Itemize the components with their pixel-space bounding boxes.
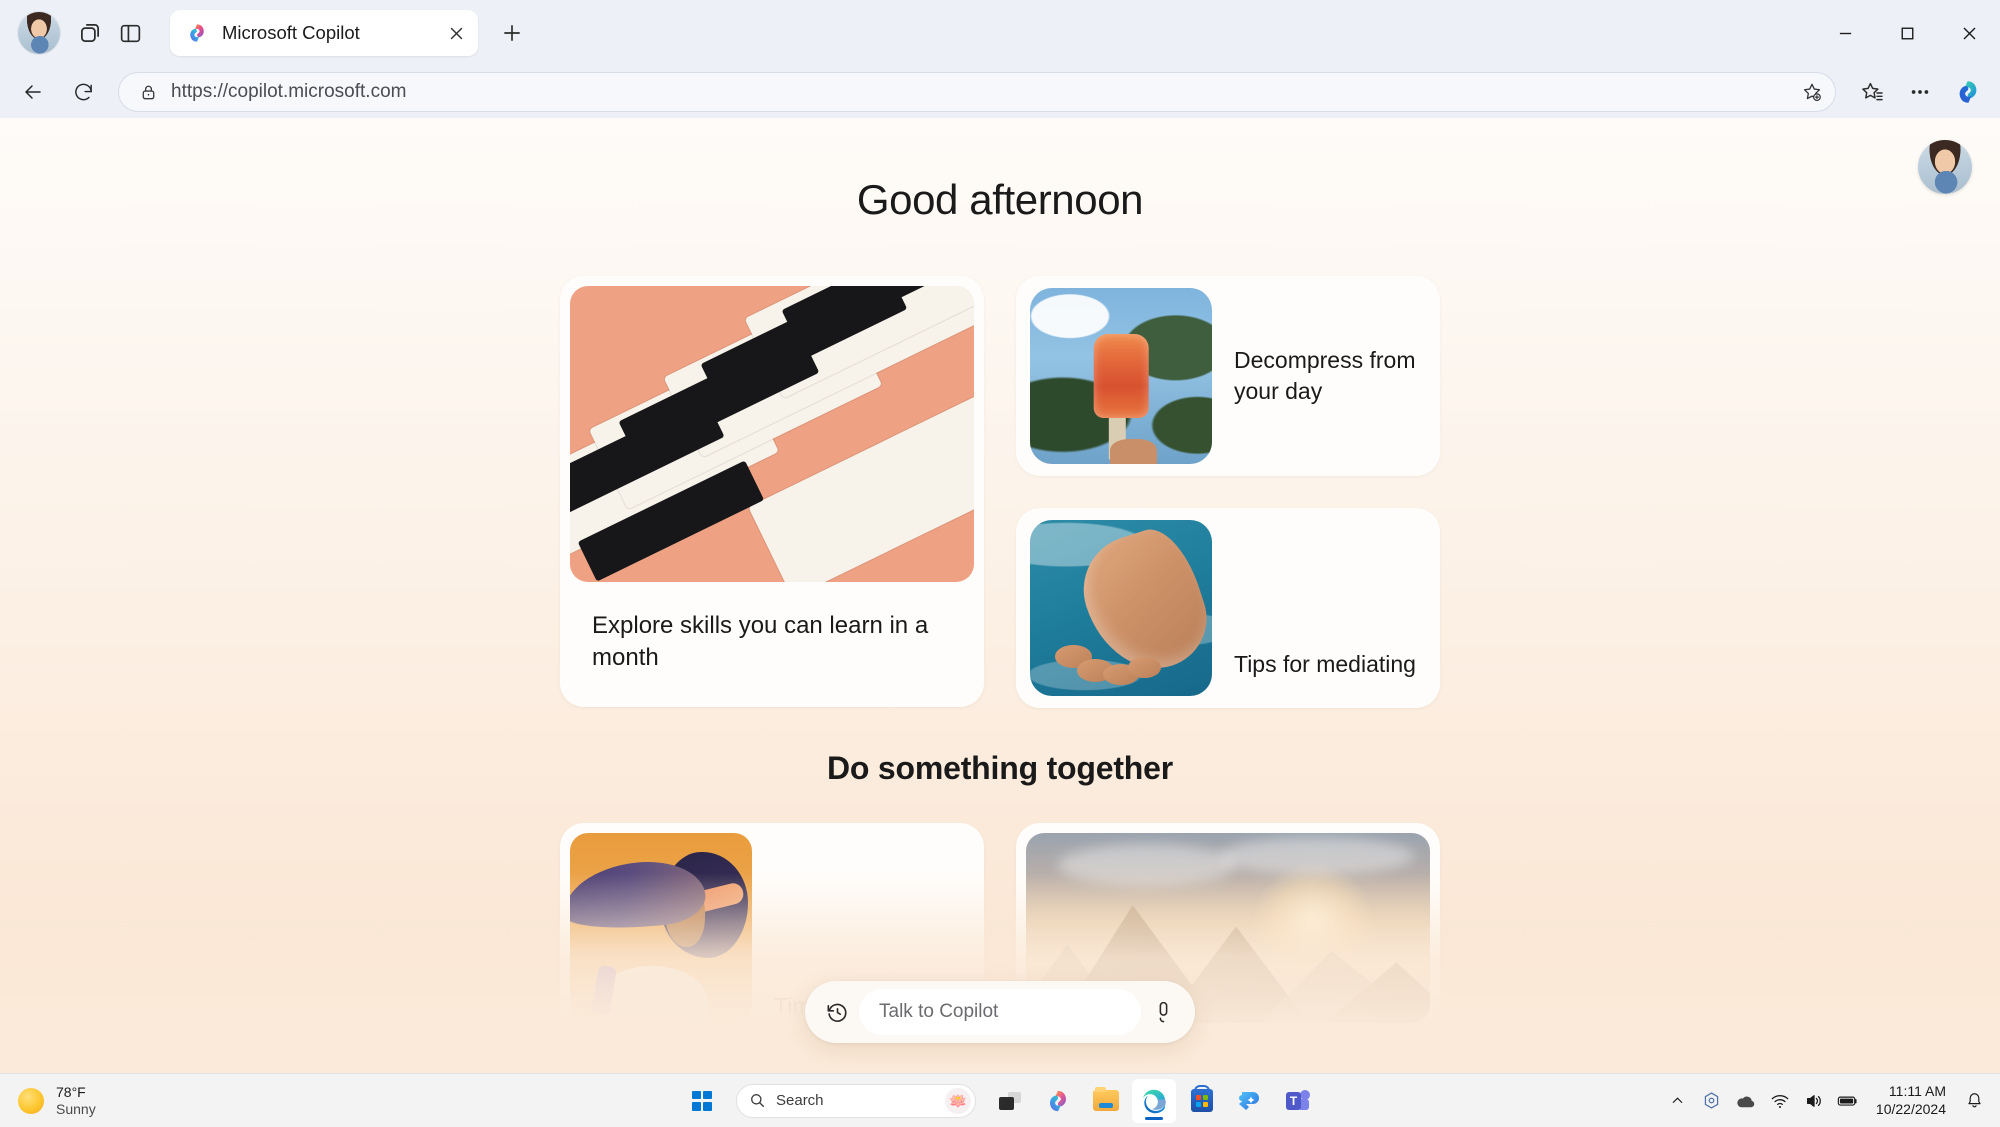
onedrive-cloud-icon[interactable] <box>1730 1081 1762 1121</box>
page-viewport: Good afternoon Explore skills you can le… <box>0 118 2000 1073</box>
person-stretching-illustration <box>570 833 752 1023</box>
browser-tab[interactable]: Microsoft Copilot <box>170 10 478 56</box>
minimize-button[interactable] <box>1814 0 1876 66</box>
user-avatar[interactable] <box>1918 140 1972 194</box>
suggestion-card-decompress[interactable]: Decompress from your day <box>1016 276 1440 476</box>
browser-profile-button[interactable] <box>18 12 60 54</box>
start-icon[interactable] <box>680 1079 724 1123</box>
tab-strip: Microsoft Copilot <box>0 0 2000 66</box>
system-tray: 11:11 AM 10/22/2024 <box>1662 1081 1990 1121</box>
taskbar-weather-widget[interactable]: 78°F Sunny <box>0 1084 300 1118</box>
taskbar-app-microsoft-edge[interactable] <box>1132 1078 1176 1123</box>
piano-keys-illustration <box>570 286 974 582</box>
taskbar-clock[interactable]: 11:11 AM 10/22/2024 <box>1866 1083 1956 1118</box>
taskbar-app-microsoft-designer[interactable] <box>1228 1079 1272 1123</box>
suggestion-card-caption: Tips for mediating <box>1234 651 1416 678</box>
taskbar-app-copilot[interactable] <box>1036 1079 1080 1123</box>
close-tab-icon[interactable] <box>442 19 470 47</box>
refresh-icon[interactable] <box>60 72 106 112</box>
lock-icon <box>133 83 163 102</box>
windows-taskbar: 78°F Sunny Search 🪷 T 11:11 AM 10/22/202… <box>0 1073 2000 1127</box>
clock-date: 10/22/2024 <box>1875 1100 1946 1117</box>
teams-glyph: T <box>1286 1091 1301 1110</box>
lotus-icon[interactable]: 🪷 <box>945 1087 971 1114</box>
side-card-column: Decompress from your day Tips for mediat… <box>1016 276 1440 708</box>
split-screen-icon[interactable] <box>110 13 150 53</box>
taskbar-app-task-view[interactable] <box>988 1079 1032 1123</box>
close-window-button[interactable] <box>1938 0 2000 66</box>
history-icon[interactable] <box>815 990 859 1034</box>
wifi-icon[interactable] <box>1764 1081 1796 1121</box>
sun-icon <box>18 1087 44 1114</box>
tab-title: Microsoft Copilot <box>222 22 360 43</box>
browser-window: Microsoft Copilot https://copilot.micros… <box>0 0 2000 1073</box>
featured-card-caption: Explore skills you can learn in a month <box>592 612 929 671</box>
taskbar-search-box[interactable]: Search 🪷 <box>736 1083 976 1118</box>
add-favorite-icon[interactable] <box>1795 75 1829 109</box>
talk-to-copilot-input[interactable]: Talk to Copilot <box>859 989 1141 1035</box>
url-text[interactable]: https://copilot.microsoft.com <box>171 81 1795 103</box>
hand-in-water-photo <box>1030 520 1212 696</box>
popsicle-against-sky-photo <box>1030 288 1212 464</box>
navigation-bar: https://copilot.microsoft.com <box>0 66 2000 118</box>
copilot-mode-icon[interactable] <box>70 13 110 53</box>
battery-icon[interactable] <box>1832 1081 1864 1121</box>
taskbar-app-microsoft-store[interactable] <box>1180 1079 1224 1123</box>
suggestion-card-grid: Explore skills you can learn in a month <box>560 276 1440 708</box>
taskbar-app-file-explorer[interactable] <box>1084 1079 1128 1123</box>
microphone-icon[interactable] <box>1141 990 1185 1034</box>
section-title: Do something together <box>826 750 1174 786</box>
page-title: Good afternoon <box>856 176 1144 223</box>
avatar-photo <box>1918 140 1972 194</box>
suggestion-card-caption: Decompress from your day <box>1234 347 1416 404</box>
profile-avatar-icon <box>18 12 60 54</box>
maximize-button[interactable] <box>1876 0 1938 66</box>
copilot-favicon <box>190 24 204 42</box>
tray-app-icon[interactable] <box>1696 1081 1728 1121</box>
taskbar-app-area: Search 🪷 T <box>680 1078 1320 1123</box>
notification-bell-icon[interactable] <box>1958 1081 1990 1121</box>
suggestion-card-mediating[interactable]: Tips for mediating <box>1016 508 1440 708</box>
featured-suggestion-card[interactable]: Explore skills you can learn in a month <box>560 276 984 708</box>
weather-temperature: 78°F <box>56 1083 86 1100</box>
favorites-icon[interactable] <box>1848 72 1896 112</box>
featured-card-column: Explore skills you can learn in a month <box>560 276 984 708</box>
address-bar[interactable]: https://copilot.microsoft.com <box>118 72 1836 112</box>
clock-time: 11:11 AM <box>1888 1083 1946 1099</box>
back-arrow-icon[interactable] <box>10 72 56 112</box>
copilot-sidebar-icon[interactable] <box>1944 72 1992 112</box>
search-icon <box>751 1094 764 1107</box>
volume-icon[interactable] <box>1798 1081 1830 1121</box>
new-tab-icon[interactable] <box>492 13 532 53</box>
taskbar-search-placeholder: Search <box>776 1092 824 1109</box>
more-options-icon[interactable] <box>1896 72 1944 112</box>
show-hidden-icons-chevron[interactable] <box>1662 1081 1694 1121</box>
taskbar-app-microsoft-teams[interactable]: T <box>1276 1079 1320 1123</box>
suggestion-card-caption: Tim <box>774 993 812 1019</box>
window-controls <box>1814 0 2000 66</box>
copilot-composer: Talk to Copilot <box>805 981 1195 1043</box>
copilot-home: Good afternoon Explore skills you can le… <box>0 118 2000 1073</box>
weather-condition: Sunny <box>56 1100 96 1117</box>
